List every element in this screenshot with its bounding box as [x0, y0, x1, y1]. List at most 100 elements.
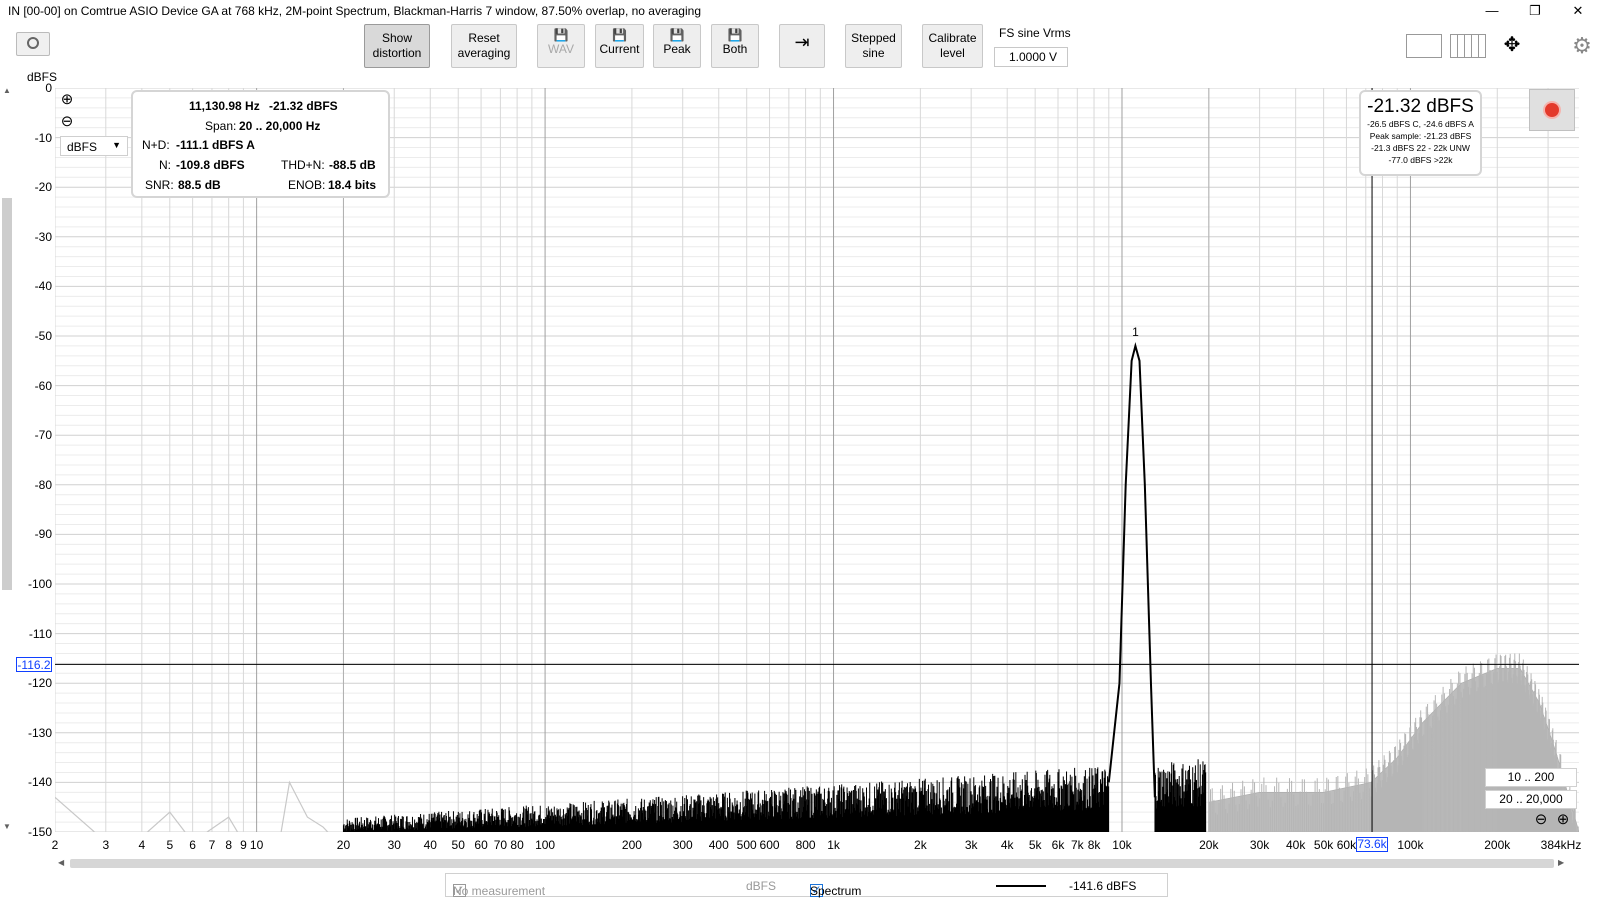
horizontal-scrollbar[interactable]: ◀ ▶	[58, 856, 1564, 870]
zoom-in-icon[interactable]: ⊕	[59, 92, 75, 108]
y-tick-label: -130	[27, 725, 52, 740]
info-enob: 18.4 bits	[328, 178, 377, 192]
gear-icon: ⚙	[1572, 33, 1592, 58]
y-tick-label: -30	[34, 229, 52, 244]
spectrum-plot[interactable]: 1	[55, 88, 1579, 832]
legend-value: -141.6 dBFS	[1069, 879, 1137, 893]
range-10-200-button[interactable]: 10 .. 200	[1485, 768, 1577, 787]
restore-button[interactable]: ❐	[1515, 0, 1555, 22]
horizontal-scrollbar-thumb[interactable]	[70, 859, 1554, 868]
info-level: -21.32 dBFS	[269, 99, 338, 113]
readout-line: -26.5 dBFS C, -24.6 dBFS A	[1367, 119, 1474, 129]
save-peak-button[interactable]: 💾 Peak	[653, 24, 701, 68]
no-measurement-label: No measurement	[453, 884, 546, 898]
spectrum-peak-trace	[1107, 342, 1156, 798]
layout-single-button[interactable]	[1406, 34, 1442, 58]
x-tick-label: 400	[708, 838, 729, 852]
y-tick-label: -70	[34, 428, 52, 443]
unit-select[interactable]: dBFS ▼	[60, 136, 128, 156]
x-tick-label: 80	[510, 838, 524, 852]
save-current-button[interactable]: 💾 Current	[595, 24, 644, 68]
stepped-sine-label-1: Stepped	[851, 31, 896, 45]
y-tick-label: 0	[45, 81, 52, 95]
x-tick-label: 800	[795, 838, 816, 852]
wav-label: WAV	[548, 42, 574, 56]
x-tick-label: 200k	[1484, 838, 1511, 852]
reset-averaging-button[interactable]: Reset averaging	[451, 24, 517, 68]
x-tick-label: 40k	[1285, 838, 1306, 852]
move-arrows-icon: ✥	[1503, 34, 1521, 56]
reset-averaging-label-2: averaging	[457, 46, 511, 60]
window-title: IN [00-00] on Comtrue ASIO Device GA at …	[8, 4, 701, 18]
peak-marker-label: 1	[1132, 325, 1139, 339]
zoom-out-icon[interactable]: ⊖	[59, 114, 75, 130]
fs-sine-value: 1.0000 V	[1009, 50, 1058, 64]
title-bar: IN [00-00] on Comtrue ASIO Device GA at …	[0, 0, 1600, 22]
readout-level: -21.32 dBFS	[1367, 96, 1474, 117]
y-tick-label: -140	[27, 775, 52, 790]
info-nd: -111.1 dBFS A	[176, 138, 255, 152]
spectrum-low-frequency-trace	[55, 780, 329, 832]
record-button[interactable]	[1529, 89, 1575, 131]
fs-sine-input[interactable]: 1.0000 V	[994, 47, 1068, 67]
info-n-label: N:	[159, 158, 171, 172]
zoom-in-icon[interactable]: ⊕	[1555, 812, 1571, 828]
export-button[interactable]: ⇥	[779, 24, 825, 68]
info-span-label: Span:	[205, 119, 237, 133]
cursor-x-readout: 73.6k	[1356, 837, 1388, 852]
close-button[interactable]: ✕	[1558, 0, 1598, 22]
close-icon: ✕	[1572, 3, 1584, 18]
y-tick-label: -10	[34, 130, 52, 145]
stepped-sine-label-2: sine	[862, 46, 885, 60]
zoom-out-icon[interactable]: ⊖	[1533, 812, 1549, 828]
spectrum-line-swatch	[996, 885, 1046, 887]
x-tick-label: 384kHz	[1540, 838, 1582, 852]
vertical-scrollbar[interactable]: ▲ ▼	[0, 86, 14, 831]
x-tick-label: 300	[672, 838, 693, 852]
move-button[interactable]: ✥	[1494, 32, 1530, 58]
minimize-button[interactable]: —	[1472, 0, 1512, 22]
info-enob-label: ENOB:	[288, 178, 326, 192]
x-tick-label: 70	[493, 838, 508, 852]
y-tick-label: -20	[34, 180, 52, 195]
wav-button[interactable]: 💾 WAV	[537, 24, 585, 68]
range-20-20000-button[interactable]: 20 .. 20,000	[1485, 790, 1577, 809]
settings-button[interactable]: ⚙	[1570, 34, 1594, 58]
x-tick-label: 8k	[1087, 838, 1101, 852]
info-snr: 88.5 dB	[178, 178, 221, 192]
vertical-scrollbar-thumb[interactable]	[2, 198, 12, 590]
measurement-info-box: 11,130.98 Hz -21.32 dBFS Span: 20 .. 20,…	[131, 90, 390, 198]
y-tick-label: -80	[34, 477, 52, 492]
legend-bar: ✓ No measurement dBFS ✓ Spectrum -141.6 …	[445, 873, 1168, 898]
save-both-button[interactable]: 💾 Both	[711, 24, 759, 68]
x-tick-label: 60k	[1336, 838, 1357, 852]
x-tick-label: 6	[189, 838, 196, 852]
x-tick-label: 40	[423, 838, 437, 852]
calibrate-level-label-2: level	[940, 46, 965, 60]
layout-columns-button[interactable]	[1450, 34, 1486, 58]
x-tick-label: 50	[451, 838, 465, 852]
show-distortion-button[interactable]: Show distortion	[364, 24, 430, 68]
readout-line: Peak sample: -21.23 dBFS	[1369, 131, 1472, 141]
show-distortion-label-2: distortion	[372, 46, 422, 60]
y-tick-label: -60	[34, 378, 52, 393]
x-tick-label: 600	[759, 838, 780, 852]
info-n: -109.8 dBFS	[176, 158, 245, 172]
minimize-icon: —	[1485, 3, 1499, 18]
cursor-y-readout: -116.2	[16, 657, 52, 672]
x-tick-label: 20k	[1199, 838, 1219, 852]
export-icon: ⇥	[794, 32, 810, 52]
x-tick-label: 6k	[1051, 838, 1065, 852]
readout-line: -21.3 dBFS 22 - 22k UNW	[1371, 143, 1470, 153]
stepped-sine-button[interactable]: Stepped sine	[845, 24, 902, 68]
calibrate-level-button[interactable]: Calibrate level	[922, 24, 983, 68]
x-tick-label: 10k	[1112, 838, 1132, 852]
info-thdn: -88.5 dB	[329, 158, 376, 172]
legend-unit: dBFS	[746, 879, 777, 893]
camera-icon	[27, 37, 39, 49]
y-tick-label: -40	[34, 279, 52, 294]
snapshot-button[interactable]	[16, 32, 50, 56]
x-tick-label: 7k	[1070, 838, 1084, 852]
x-tick-label: 30	[387, 838, 401, 852]
info-snr-label: SNR:	[145, 178, 174, 192]
